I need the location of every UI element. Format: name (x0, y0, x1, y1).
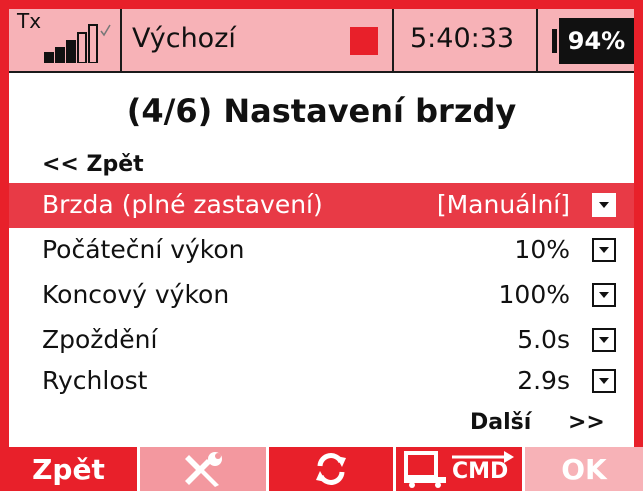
status-bar: Tx Výchozí 5:40:33 94% (9, 9, 634, 73)
menu-row-label: Rychlost (42, 366, 148, 395)
tx-label: Tx (17, 9, 42, 33)
model-cell: Výchozí (122, 9, 394, 71)
dropdown-arrow-icon[interactable] (592, 238, 616, 262)
menu-row-start-power[interactable]: Počáteční výkon 10% (9, 228, 634, 273)
menu-row-value: 5.0s (517, 325, 570, 354)
softkey-bar: Zpět CMD OK (0, 447, 643, 491)
menu-row-speed[interactable]: Rychlost 2.9s (9, 359, 634, 404)
battery-cell: 94% (538, 9, 634, 71)
dropdown-arrow-icon[interactable] (592, 369, 616, 393)
tools-button[interactable] (140, 447, 266, 491)
timer: 5:40:33 (410, 23, 515, 54)
back-button[interactable]: Zpět (0, 447, 137, 491)
dropdown-arrow-icon[interactable] (592, 283, 616, 307)
menu-row-value: [Manuální] (436, 190, 570, 219)
battery-terminal-icon (552, 29, 557, 53)
ok-button-label: OK (561, 452, 607, 486)
dropdown-arrow-icon[interactable] (592, 328, 616, 352)
menu-row-value: 10% (514, 235, 570, 264)
menu-row-label: Počáteční výkon (42, 235, 245, 264)
back-button-label: Zpět (32, 452, 105, 486)
ok-button[interactable]: OK (525, 447, 643, 491)
back-link[interactable]: << Zpět (42, 152, 144, 177)
page-title: (4/6) Nastavení brzdy (126, 92, 517, 130)
menu-row-label: Zpoždění (42, 325, 158, 354)
refresh-button[interactable] (269, 447, 393, 491)
battery-icon: 94% (559, 18, 634, 64)
battery-percent: 94% (567, 27, 626, 55)
dropdown-arrow-icon[interactable] (592, 193, 616, 217)
menu-row-label: Koncový výkon (42, 280, 230, 309)
cmd-label: CMD (452, 459, 509, 484)
model-name: Výchozí (132, 23, 236, 54)
tx-signal-cell: Tx (9, 9, 122, 71)
menu-row-delay[interactable]: Zpoždění 5.0s (9, 318, 634, 363)
menu-row-value: 100% (498, 280, 570, 309)
next-arrows[interactable]: >> (568, 410, 605, 435)
wrench-screwdriver-icon (185, 452, 222, 487)
refresh-icon (316, 453, 346, 485)
record-square-icon (350, 27, 378, 55)
signal-bars-icon (44, 24, 111, 63)
next-link[interactable]: Další (470, 410, 531, 435)
menu-row-brake[interactable]: Brzda (plné zastavení) [Manuální] (9, 183, 634, 228)
menu-row-end-power[interactable]: Koncový výkon 100% (9, 273, 634, 318)
time-cell: 5:40:33 (394, 9, 538, 71)
menu-row-label: Brzda (plné zastavení) (42, 190, 323, 219)
menu-row-value: 2.9s (517, 366, 570, 395)
cmd-button[interactable]: CMD (396, 447, 522, 491)
